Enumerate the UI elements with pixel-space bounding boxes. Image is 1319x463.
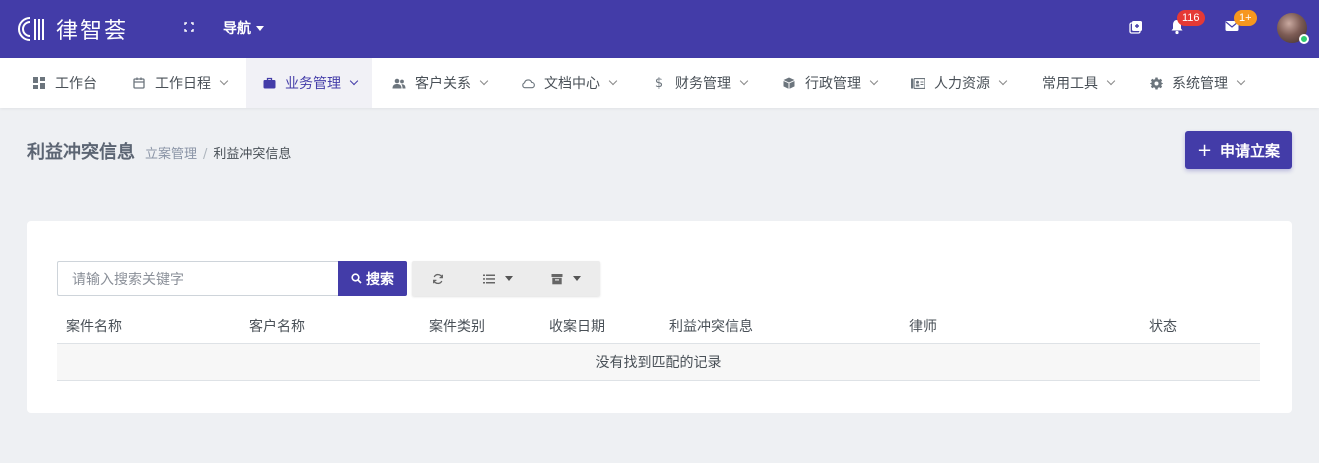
- menu-item-label: 财务管理: [675, 76, 731, 92]
- menu-item-documents[interactable]: 文档中心: [521, 58, 618, 108]
- cloud-icon: [521, 76, 535, 90]
- notifications-badge: 116: [1177, 10, 1205, 26]
- content-card: 请输入搜索关键字 搜索 案件名称 客户名称 案件类别 收案日期 利益冲突信息 律…: [27, 221, 1292, 413]
- table-toolbar: [412, 261, 600, 296]
- chevron-down-icon: [1106, 76, 1116, 86]
- menu-item-hr[interactable]: 人力资源: [911, 58, 1008, 108]
- nav-dropdown-label: 导航: [223, 21, 251, 37]
- main-menu: 工作台 工作日程 业务管理 客户关系 文档中心 $ 财务管理 行政管理 人力资源…: [0, 58, 1319, 108]
- menu-item-label: 工作日程: [155, 76, 211, 92]
- chevron-down-icon: [479, 76, 489, 86]
- menu-item-label: 人力资源: [934, 76, 990, 92]
- search-input-placeholder: 请输入搜索关键字: [72, 271, 184, 288]
- menu-item-business[interactable]: 业务管理: [246, 58, 372, 108]
- apply-case-button-label: 申请立案: [1220, 141, 1281, 160]
- column-header[interactable]: 状态: [1149, 316, 1177, 336]
- chevron-down-icon: [869, 76, 879, 86]
- column-header[interactable]: 客户名称: [249, 316, 305, 336]
- box-icon: [782, 76, 796, 90]
- menu-item-label: 系统管理: [1172, 76, 1228, 92]
- search-button[interactable]: 搜索: [338, 261, 407, 296]
- breadcrumb-separator: /: [203, 147, 208, 162]
- menu-item-label: 业务管理: [285, 76, 341, 92]
- table-empty-row: 没有找到匹配的记录: [57, 344, 1260, 381]
- menu-item-finance[interactable]: $ 财务管理: [652, 58, 749, 108]
- breadcrumb-parent-link[interactable]: 立案管理: [145, 147, 197, 162]
- breadcrumb-current: 利益冲突信息: [213, 147, 292, 162]
- users-icon: [392, 76, 406, 90]
- column-header[interactable]: 案件类别: [429, 316, 485, 336]
- dollar-icon: $: [654, 75, 664, 91]
- chevron-down-icon: [349, 76, 359, 86]
- chevron-down-icon: [739, 76, 749, 86]
- menu-item-label: 工作台: [55, 76, 97, 92]
- menu-item-workbench[interactable]: 工作台: [32, 58, 97, 108]
- menu-item-tools[interactable]: 常用工具: [1042, 58, 1116, 108]
- calendar-icon: [132, 76, 146, 90]
- search-button-label: 搜索: [366, 271, 394, 288]
- search-icon: [351, 273, 362, 284]
- table-header: 案件名称 客户名称 案件类别 收案日期 利益冲突信息 律师 状态: [57, 307, 1260, 344]
- messages-badge: 1+: [1234, 10, 1257, 26]
- user-avatar[interactable]: [1277, 13, 1309, 44]
- apply-case-button[interactable]: + 申请立案: [1185, 131, 1292, 169]
- online-status-dot: [1299, 34, 1309, 44]
- refresh-icon: [433, 273, 443, 284]
- caret-down-icon: [505, 276, 513, 281]
- plus-icon: +: [1196, 139, 1213, 161]
- empty-message: 没有找到匹配的记录: [595, 355, 722, 371]
- nav-dropdown[interactable]: 导航: [223, 18, 264, 38]
- menu-item-label: 行政管理: [805, 76, 861, 92]
- chevron-down-icon: [998, 76, 1008, 86]
- refresh-button[interactable]: [412, 261, 464, 296]
- logo-mark-icon: [18, 17, 44, 41]
- column-header[interactable]: 律师: [909, 316, 937, 336]
- column-header[interactable]: 案件名称: [66, 316, 122, 336]
- menu-item-label: 文档中心: [544, 76, 600, 92]
- list-icon: [483, 274, 495, 283]
- menu-item-system[interactable]: 系统管理: [1149, 58, 1246, 108]
- menu-item-administration[interactable]: 行政管理: [782, 58, 879, 108]
- columns-toggle-button[interactable]: [464, 261, 532, 296]
- briefcase-icon: [262, 76, 276, 90]
- breadcrumb: 立案管理 / 利益冲突信息: [145, 143, 291, 162]
- menu-item-schedule[interactable]: 工作日程: [132, 58, 229, 108]
- column-header[interactable]: 利益冲突信息: [669, 316, 753, 336]
- top-navbar: 律智荟 导航 116 1+: [0, 0, 1319, 58]
- page-title: 利益冲突信息: [27, 142, 135, 163]
- menu-item-customers[interactable]: 客户关系: [392, 58, 489, 108]
- add-tab-icon[interactable]: [1129, 20, 1143, 38]
- archive-icon: [551, 273, 563, 284]
- brand-logo[interactable]: 律智荟: [16, 13, 128, 45]
- chevron-down-icon: [219, 76, 229, 86]
- menu-item-label: 客户关系: [415, 76, 471, 92]
- dashboard-icon: [32, 76, 46, 90]
- menu-item-label: 常用工具: [1042, 76, 1098, 92]
- gear-icon: [1149, 76, 1163, 90]
- search-input[interactable]: 请输入搜索关键字: [57, 261, 338, 296]
- caret-down-icon: [573, 276, 581, 281]
- id-card-icon: [911, 76, 925, 90]
- column-header[interactable]: 收案日期: [549, 316, 605, 336]
- caret-down-icon: [256, 25, 264, 31]
- brand-name: 律智荟: [56, 19, 129, 44]
- chevron-down-icon: [1236, 76, 1246, 86]
- fullscreen-icon[interactable]: [182, 20, 198, 36]
- chevron-down-icon: [608, 76, 618, 86]
- export-button[interactable]: [532, 261, 600, 296]
